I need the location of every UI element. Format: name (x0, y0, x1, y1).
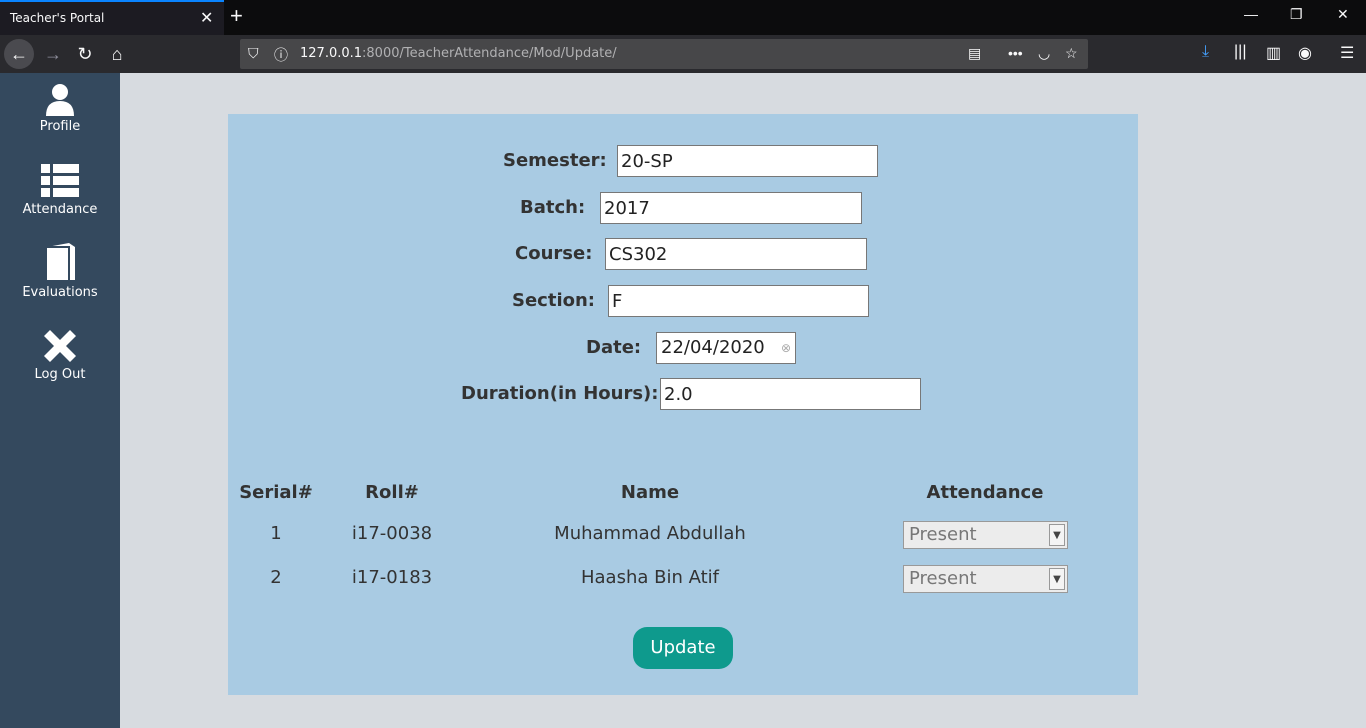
attendance-select[interactable]: Present ▼ (903, 565, 1068, 593)
browser-tab[interactable]: Teacher's Portal ✕ (0, 0, 224, 35)
close-tab-icon[interactable]: ✕ (200, 8, 213, 28)
batch-label: Batch: (520, 197, 586, 218)
sidebar-item-logout[interactable]: Log Out (0, 328, 120, 398)
clear-date-icon[interactable]: ⊗ (781, 333, 791, 363)
date-input[interactable]: 22/04/2020 ⊗ (656, 332, 796, 364)
roll-cell: i17-0038 (351, 523, 433, 544)
duration-row: Duration(in Hours): (228, 378, 1138, 410)
attendance-selected-value: Present (909, 524, 977, 545)
roll-cell: i17-0183 (351, 567, 433, 588)
browser-tabbar: Teacher's Portal ✕ + — ❐ ✕ (0, 0, 1366, 35)
semester-input[interactable] (617, 145, 878, 177)
date-row: Date: 22/04/2020 ⊗ (228, 332, 1138, 364)
table-header-attendance: Attendance (926, 482, 1044, 503)
duration-input[interactable] (660, 378, 921, 410)
window-close-icon[interactable]: ✕ (1337, 6, 1349, 23)
attendance-update-card: Semester: Batch: Course: Section: Date: … (228, 114, 1138, 695)
menu-icon[interactable]: ☰ (1340, 43, 1354, 63)
url-text: 127.0.0.1:8000/TeacherAttendance/Mod/Upd… (300, 46, 617, 61)
list-icon (41, 164, 79, 197)
pocket-icon[interactable]: ◡ (1038, 45, 1050, 62)
attendance-selected-value: Present (909, 568, 977, 589)
forward-icon[interactable]: → (38, 39, 68, 69)
batch-row: Batch: (228, 192, 1138, 224)
user-icon (46, 84, 74, 116)
sidebar-item-label: Evaluations (22, 285, 98, 300)
chevron-down-icon[interactable]: ▼ (1049, 568, 1065, 590)
attendance-select[interactable]: Present ▼ (903, 521, 1068, 549)
url-bar[interactable]: ⛉ ⓘ 127.0.0.1:8000/TeacherAttendance/Mod… (240, 39, 1088, 69)
restore-icon[interactable]: ❐ (1290, 6, 1303, 23)
shield-icon[interactable]: ⛉ (248, 45, 259, 62)
browser-navbar: ← → ↻ ⌂ ⛉ ⓘ 127.0.0.1:8000/TeacherAttend… (0, 35, 1366, 73)
chevron-down-icon[interactable]: ▼ (1049, 524, 1065, 546)
book-icon (47, 243, 75, 280)
course-input[interactable] (605, 238, 867, 270)
close-icon (44, 330, 76, 362)
new-tab-icon[interactable]: + (230, 3, 243, 29)
serial-cell: 2 (270, 567, 282, 588)
update-button[interactable]: Update (633, 627, 733, 669)
table-header-name: Name (620, 482, 680, 503)
reader-view-icon[interactable]: ▤ (968, 45, 981, 62)
name-cell: Muhammad Abdullah (554, 523, 746, 544)
sidebar: Profile Attendance Evaluations Log Out (0, 73, 120, 728)
sidebar-item-label: Log Out (34, 367, 86, 382)
date-value: 22/04/2020 (661, 337, 765, 358)
home-icon[interactable]: ⌂ (102, 39, 132, 69)
sidebar-item-evaluations[interactable]: Evaluations (0, 243, 120, 313)
name-cell: Haasha Bin Atif (580, 567, 719, 588)
semester-label: Semester: (503, 150, 607, 171)
table-header-serial: Serial# (239, 482, 313, 503)
course-label: Course: (515, 243, 593, 264)
sidebar-item-profile[interactable]: Profile (0, 83, 120, 153)
library-icon[interactable]: ||| (1234, 43, 1246, 61)
course-row: Course: (228, 238, 1138, 270)
section-input[interactable] (608, 285, 869, 317)
reload-icon[interactable]: ↻ (70, 39, 100, 69)
serial-cell: 1 (270, 523, 282, 544)
duration-label: Duration(in Hours): (461, 383, 659, 404)
section-label: Section: (512, 290, 595, 311)
sidebar-item-attendance[interactable]: Attendance (0, 164, 120, 234)
bookmark-star-icon[interactable]: ☆ (1065, 45, 1078, 62)
minimize-icon[interactable]: — (1244, 6, 1258, 22)
tab-title: Teacher's Portal (10, 11, 105, 25)
table-header-roll: Roll# (365, 482, 419, 503)
download-icon[interactable]: ⤓ (1202, 43, 1209, 61)
date-label: Date: (586, 337, 642, 358)
section-row: Section: (228, 285, 1138, 317)
sidebar-toggle-icon[interactable]: ▥ (1266, 43, 1281, 63)
info-icon[interactable]: ⓘ (274, 45, 288, 65)
batch-input[interactable] (600, 192, 862, 224)
semester-row: Semester: (228, 145, 1138, 177)
account-icon[interactable]: ◉ (1298, 43, 1312, 63)
back-icon[interactable]: ← (4, 39, 34, 69)
more-icon[interactable]: ••• (1008, 45, 1023, 61)
sidebar-item-label: Attendance (22, 202, 98, 217)
sidebar-item-label: Profile (39, 119, 81, 134)
